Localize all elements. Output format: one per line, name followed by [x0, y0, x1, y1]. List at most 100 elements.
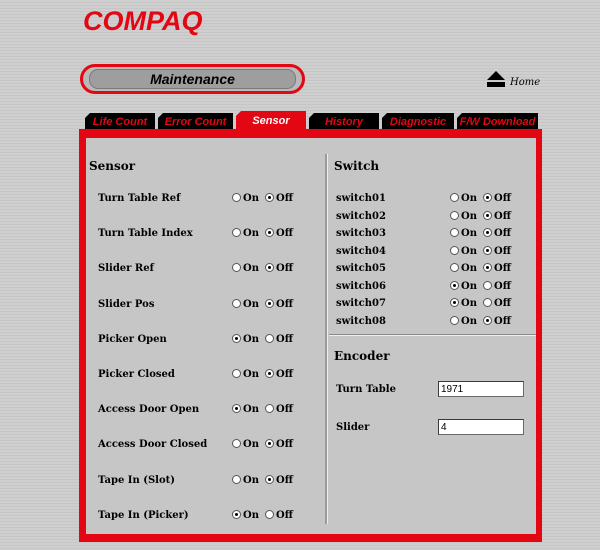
radio-icon[interactable] — [264, 368, 274, 378]
sensor-radio-on[interactable]: On — [232, 403, 259, 415]
switch-radio-on[interactable]: On — [450, 192, 477, 204]
radio-icon[interactable] — [232, 298, 241, 308]
switch-row-label: switch03 — [336, 228, 386, 239]
radio-icon[interactable] — [482, 227, 492, 237]
radio-icon[interactable] — [264, 262, 274, 272]
radio-icon[interactable] — [264, 192, 274, 202]
switch-row-label: switch04 — [336, 246, 386, 257]
sensor-row-label: Tape In (Slot) — [98, 475, 176, 486]
radio-icon[interactable] — [232, 262, 241, 272]
turn-table-input[interactable] — [438, 381, 524, 397]
radio-icon[interactable] — [232, 227, 241, 237]
radio-icon[interactable] — [450, 262, 459, 272]
sensor-radio-group: On Off — [232, 262, 296, 274]
radio-icon[interactable] — [482, 245, 492, 255]
sensor-radio-off[interactable]: Off — [264, 298, 293, 310]
sensor-radio-off[interactable]: Off — [264, 403, 293, 415]
radio-icon[interactable] — [482, 315, 492, 325]
radio-icon[interactable] — [450, 280, 459, 290]
switch-radio-off[interactable]: Off — [482, 227, 511, 239]
radio-icon[interactable] — [264, 227, 274, 237]
switch-radio-on[interactable]: On — [450, 315, 477, 327]
sensor-radio-on[interactable]: On — [232, 368, 259, 380]
sensor-radio-on[interactable]: On — [232, 227, 259, 239]
radio-label: Off — [275, 193, 293, 204]
switch-radio-group: On Off — [450, 297, 514, 309]
radio-icon[interactable] — [482, 192, 492, 202]
switch-radio-off[interactable]: Off — [482, 280, 511, 292]
switch-radio-on[interactable]: On — [450, 210, 477, 222]
radio-label: Off — [493, 263, 511, 274]
radio-icon[interactable] — [232, 403, 241, 413]
switch-radio-off[interactable]: Off — [482, 315, 511, 327]
radio-icon[interactable] — [450, 210, 459, 220]
turn-table-label: Turn Table — [336, 384, 396, 395]
slider-input[interactable] — [438, 419, 524, 435]
sensor-row-label: Picker Closed — [98, 369, 175, 380]
sensor-radio-off[interactable]: Off — [264, 333, 293, 345]
radio-icon[interactable] — [264, 298, 274, 308]
switch-radio-on[interactable]: On — [450, 297, 477, 309]
switch-radio-off[interactable]: Off — [482, 210, 511, 222]
sensor-radio-off[interactable]: Off — [264, 368, 293, 380]
radio-icon[interactable] — [232, 474, 241, 484]
radio-label: Off — [275, 263, 293, 274]
radio-icon[interactable] — [232, 333, 241, 343]
home-link[interactable]: Home — [486, 70, 540, 88]
sensor-radio-off[interactable]: Off — [264, 227, 293, 239]
sensor-radio-on[interactable]: On — [232, 192, 259, 204]
switch-radio-group: On Off — [450, 245, 514, 257]
radio-icon[interactable] — [482, 262, 492, 272]
sensor-radio-group: On Off — [232, 333, 296, 345]
sensor-radio-off[interactable]: Off — [264, 509, 293, 521]
radio-icon[interactable] — [450, 192, 459, 202]
sensor-radio-on[interactable]: On — [232, 438, 259, 450]
radio-icon[interactable] — [232, 509, 241, 519]
sensor-radio-group: On Off — [232, 438, 296, 450]
sensor-radio-on[interactable]: On — [232, 262, 259, 274]
radio-label: Off — [275, 404, 293, 415]
radio-icon[interactable] — [482, 297, 492, 307]
sensor-radio-group: On Off — [232, 298, 296, 310]
switch-radio-on[interactable]: On — [450, 227, 477, 239]
radio-icon[interactable] — [264, 438, 274, 448]
radio-icon[interactable] — [264, 403, 274, 413]
radio-icon[interactable] — [482, 280, 492, 290]
switch-radio-off[interactable]: Off — [482, 297, 511, 309]
radio-icon[interactable] — [264, 474, 274, 484]
switch-row-label: switch06 — [336, 281, 386, 292]
radio-icon[interactable] — [482, 210, 492, 220]
radio-icon[interactable] — [232, 438, 241, 448]
tab-sensor[interactable]: Sensor — [236, 111, 306, 131]
sensor-radio-off[interactable]: Off — [264, 474, 293, 486]
maintenance-button[interactable]: Maintenance — [80, 64, 305, 94]
radio-icon[interactable] — [450, 227, 459, 237]
radio-icon[interactable] — [232, 368, 241, 378]
radio-label: On — [461, 228, 477, 239]
sensor-radio-on[interactable]: On — [232, 333, 259, 345]
radio-icon[interactable] — [450, 297, 459, 307]
sensor-radio-off[interactable]: Off — [264, 262, 293, 274]
switch-radio-off[interactable]: Off — [482, 245, 511, 257]
radio-label: On — [461, 298, 477, 309]
switch-radio-on[interactable]: On — [450, 245, 477, 257]
radio-icon[interactable] — [232, 192, 241, 202]
sensor-radio-on[interactable]: On — [232, 298, 259, 310]
switch-radio-on[interactable]: On — [450, 280, 477, 292]
radio-icon[interactable] — [450, 315, 459, 325]
radio-icon[interactable] — [264, 509, 274, 519]
radio-label: On — [243, 263, 259, 274]
radio-icon[interactable] — [264, 333, 274, 343]
switch-row-label: switch02 — [336, 211, 386, 222]
switch-radio-off[interactable]: Off — [482, 192, 511, 204]
sensor-radio-off[interactable]: Off — [264, 192, 293, 204]
radio-label: Off — [275, 510, 293, 521]
sensor-radio-on[interactable]: On — [232, 474, 259, 486]
sensor-radio-on[interactable]: On — [232, 509, 259, 521]
radio-label: Off — [493, 298, 511, 309]
switch-radio-off[interactable]: Off — [482, 262, 511, 274]
radio-icon[interactable] — [450, 245, 459, 255]
sensor-radio-group: On Off — [232, 227, 296, 239]
sensor-radio-off[interactable]: Off — [264, 438, 293, 450]
switch-radio-on[interactable]: On — [450, 262, 477, 274]
